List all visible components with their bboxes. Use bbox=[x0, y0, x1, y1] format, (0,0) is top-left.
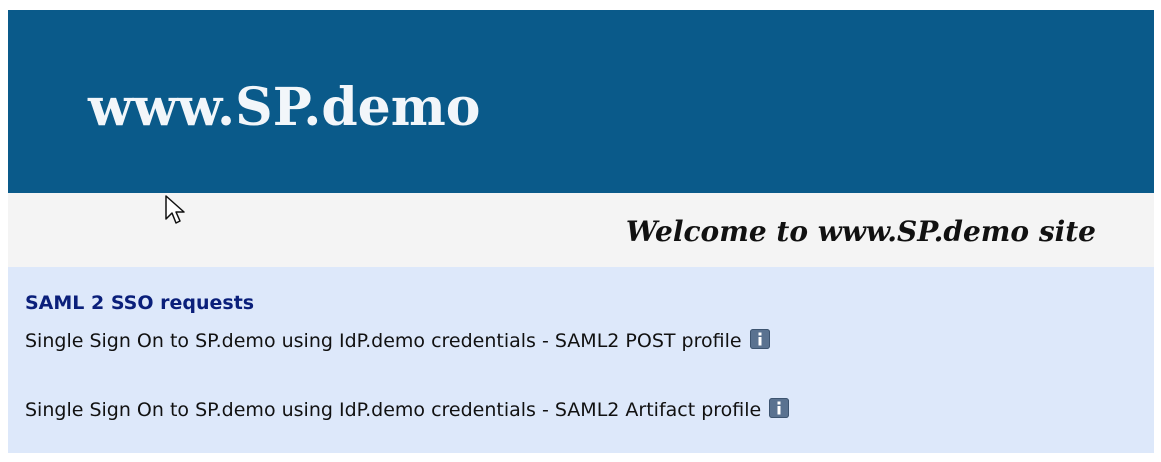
sso-post-profile-label: Single Sign On to SP.demo using IdP.demo… bbox=[25, 330, 742, 352]
content-panel: SAML 2 SSO requests Single Sign On to SP… bbox=[8, 267, 1154, 453]
page: www.SP.demo Welcome to www.SP.demo site … bbox=[0, 0, 1161, 462]
sso-post-profile-link[interactable]: Single Sign On to SP.demo using IdP.demo… bbox=[25, 329, 770, 353]
sso-artifact-profile-label: Single Sign On to SP.demo using IdP.demo… bbox=[25, 399, 762, 421]
site-title: www.SP.demo bbox=[88, 77, 481, 138]
welcome-text: Welcome to www.SP.demo site bbox=[625, 215, 1096, 248]
mouse-cursor-icon bbox=[165, 195, 185, 224]
section-title: SAML 2 SSO requests bbox=[25, 292, 255, 314]
info-icon[interactable] bbox=[749, 329, 770, 349]
info-icon[interactable] bbox=[769, 398, 790, 418]
sso-artifact-profile-link[interactable]: Single Sign On to SP.demo using IdP.demo… bbox=[25, 398, 790, 422]
header-banner: www.SP.demo bbox=[8, 10, 1154, 193]
